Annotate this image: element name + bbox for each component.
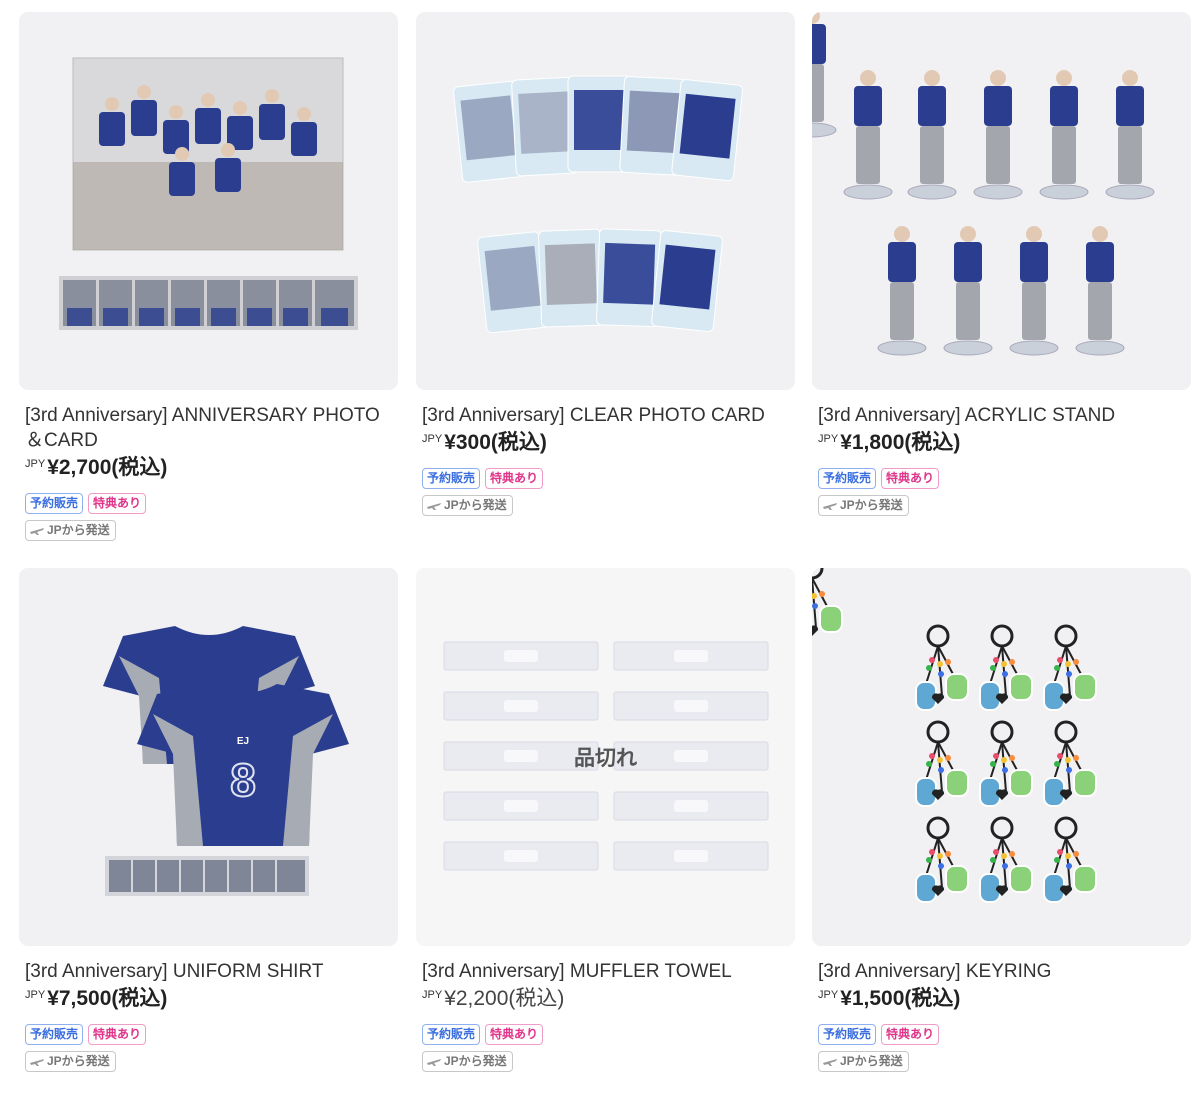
shipping-badge: JPから発送 xyxy=(25,520,116,541)
currency-label: JPY xyxy=(422,433,443,445)
price: ¥300(税込) xyxy=(444,431,547,454)
badge-row: 予約販売 特典あり xyxy=(416,468,795,489)
product-card[interactable]: EJ 8 [3rd Anniversary] UNIFORM SHIRT JPY… xyxy=(19,568,398,1072)
keyring-icon xyxy=(812,568,1098,904)
sold-out-label: 品切れ xyxy=(416,568,795,946)
airplane-icon xyxy=(30,1058,44,1066)
badge-row: 予約販売 特典あり xyxy=(19,493,398,514)
price-row: JPY ¥1,500(税込) xyxy=(812,986,1191,1012)
currency-label: JPY xyxy=(422,989,443,1001)
price-row: JPY ¥7,500(税込) xyxy=(19,986,398,1012)
preorder-badge: 予約販売 xyxy=(422,1024,481,1045)
airplane-icon xyxy=(30,527,44,535)
price-row: JPY ¥1,800(税込) xyxy=(812,430,1191,456)
shipping-label: JPから発送 xyxy=(840,498,903,512)
preorder-badge: 予約販売 xyxy=(818,468,877,489)
bonus-badge: 特典あり xyxy=(881,1024,940,1045)
shipping-label: JPから発送 xyxy=(47,1054,110,1068)
price-row: JPY ¥2,200(税込) xyxy=(416,986,795,1012)
svg-text:8: 8 xyxy=(230,754,256,806)
bonus-badge: 特典あり xyxy=(485,468,544,489)
currency-label: JPY xyxy=(818,433,839,445)
shipping-label: JPから発送 xyxy=(47,523,110,537)
price-row: JPY ¥2,700(税込) xyxy=(19,455,398,481)
badge-row: 予約販売 特典あり xyxy=(19,1024,398,1045)
price: ¥2,700(税込) xyxy=(47,456,168,479)
price: ¥1,500(税込) xyxy=(840,987,961,1010)
price: ¥1,800(税込) xyxy=(840,431,961,454)
photo-card-icon xyxy=(59,57,358,330)
bonus-badge: 特典あり xyxy=(485,1024,544,1045)
price: ¥7,500(税込) xyxy=(47,987,168,1010)
product-card[interactable]: [3rd Anniversary] ANNIVERSARY PHOTO＆CARD… xyxy=(19,12,398,541)
currency-label: JPY xyxy=(25,458,46,470)
product-image[interactable] xyxy=(416,12,795,390)
product-card[interactable]: [3rd Anniversary] CLEAR PHOTO CARD JPY ¥… xyxy=(416,12,795,516)
shipping-badge: JPから発送 xyxy=(818,1051,909,1072)
shipping-badge: JPから発送 xyxy=(422,495,513,516)
bonus-badge: 特典あり xyxy=(881,468,940,489)
product-title[interactable]: [3rd Anniversary] MUFFLER TOWEL xyxy=(416,959,795,984)
shirt-icon: EJ 8 xyxy=(103,626,349,896)
preorder-badge: 予約販売 xyxy=(818,1024,877,1045)
product-image[interactable] xyxy=(19,12,398,390)
shipping-badge: JPから発送 xyxy=(818,495,909,516)
product-title[interactable]: [3rd Anniversary] KEYRING xyxy=(812,959,1191,984)
svg-text:EJ: EJ xyxy=(237,736,249,747)
product-image[interactable]: EJ 8 xyxy=(19,568,398,946)
airplane-icon xyxy=(427,1058,441,1066)
product-grid: [3rd Anniversary] ANNIVERSARY PHOTO＆CARD… xyxy=(0,0,1200,1098)
preorder-badge: 予約販売 xyxy=(422,468,481,489)
badge-row: 予約販売 特典あり xyxy=(416,1024,795,1045)
shipping-label: JPから発送 xyxy=(444,1054,507,1068)
product-title[interactable]: [3rd Anniversary] ANNIVERSARY PHOTO＆CARD xyxy=(19,403,398,453)
product-title[interactable]: [3rd Anniversary] ACRYLIC STAND xyxy=(812,403,1191,428)
preorder-badge: 予約販売 xyxy=(25,1024,84,1045)
product-title[interactable]: [3rd Anniversary] UNIFORM SHIRT xyxy=(19,959,398,984)
product-card[interactable]: [3rd Anniversary] KEYRING JPY ¥1,500(税込)… xyxy=(812,568,1191,1072)
acrylic-stand-icon xyxy=(812,12,1155,356)
shipping-label: JPから発送 xyxy=(840,1054,903,1068)
price: ¥2,200(税込) xyxy=(444,987,565,1010)
shipping-badge: JPから発送 xyxy=(422,1051,513,1072)
currency-label: JPY xyxy=(818,989,839,1001)
badge-row: 予約販売 特典あり xyxy=(812,1024,1191,1045)
airplane-icon xyxy=(823,1058,837,1066)
airplane-icon xyxy=(823,502,837,510)
product-image[interactable]: 品切れ xyxy=(416,568,795,946)
product-card[interactable]: 品切れ [3rd Anniversary] MUFFLER TOWEL JPY … xyxy=(416,568,795,1072)
clear-card-icon xyxy=(453,75,744,334)
badge-row: 予約販売 特典あり xyxy=(812,468,1191,489)
shipping-label: JPから発送 xyxy=(444,498,507,512)
bonus-badge: 特典あり xyxy=(88,493,147,514)
shipping-badge: JPから発送 xyxy=(25,1051,116,1072)
airplane-icon xyxy=(427,502,441,510)
currency-label: JPY xyxy=(25,989,46,1001)
product-image[interactable] xyxy=(812,568,1191,946)
product-card[interactable]: [3rd Anniversary] ACRYLIC STAND JPY ¥1,8… xyxy=(812,12,1191,516)
preorder-badge: 予約販売 xyxy=(25,493,84,514)
bonus-badge: 特典あり xyxy=(88,1024,147,1045)
price-row: JPY ¥300(税込) xyxy=(416,430,795,456)
product-image[interactable] xyxy=(812,12,1191,390)
product-title[interactable]: [3rd Anniversary] CLEAR PHOTO CARD xyxy=(416,403,795,428)
